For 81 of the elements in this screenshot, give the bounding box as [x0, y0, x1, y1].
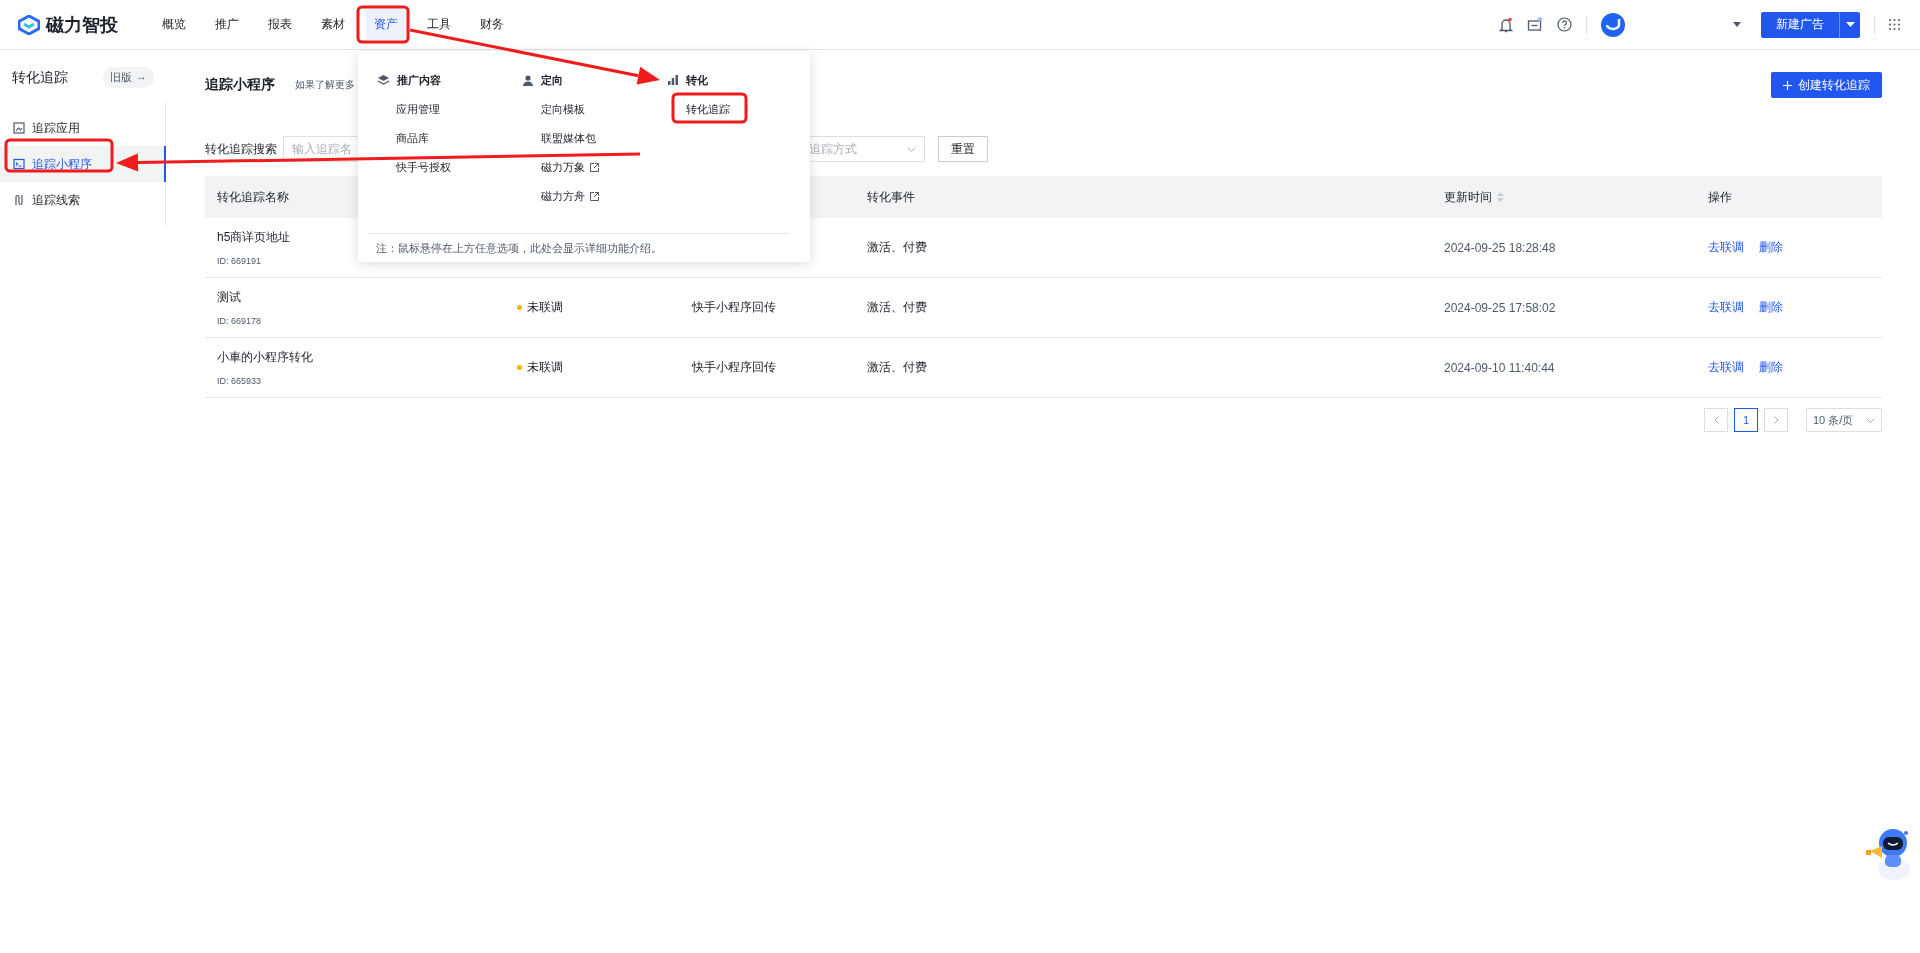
- nav-tab[interactable]: 素材: [313, 9, 353, 40]
- table-cell: 2024-09-25 18:28:48: [1444, 240, 1556, 255]
- column-header: 转化追踪名称: [217, 188, 289, 206]
- menu-item[interactable]: 快手号授权: [396, 158, 451, 176]
- action-link[interactable]: 去联调: [1708, 359, 1744, 376]
- app-icon: [13, 122, 25, 134]
- menu-item[interactable]: 应用管理: [396, 100, 440, 118]
- nav-tab[interactable]: 推广: [207, 9, 247, 40]
- notification-bell-icon[interactable]: [1499, 16, 1513, 33]
- sidebar-item[interactable]: 追踪应用: [0, 110, 165, 146]
- tracking-id: ID: 669191: [217, 256, 262, 266]
- person-icon: [523, 74, 533, 86]
- nav-tab[interactable]: 工具: [419, 9, 459, 40]
- menu-group-title: 定向: [541, 72, 563, 88]
- action-link[interactable]: 删除: [1759, 299, 1783, 316]
- action-link[interactable]: 去联调: [1708, 299, 1744, 316]
- table-cell: 激活、付费: [867, 239, 927, 256]
- tracking-name: 测试: [217, 289, 241, 306]
- nav-tab[interactable]: 报表: [260, 9, 300, 40]
- caret-icon[interactable]: [1845, 22, 1855, 27]
- chevron-down-icon: [1866, 417, 1875, 423]
- page-subtitle: 如果了解更多: [295, 78, 355, 92]
- reset-button[interactable]: 重置: [938, 136, 988, 162]
- page-button[interactable]: 1: [1734, 408, 1758, 432]
- old-version-link[interactable]: 旧版 →: [103, 67, 154, 88]
- table-cell: 快手小程序回传: [692, 359, 776, 376]
- action-link[interactable]: 删除: [1759, 359, 1783, 376]
- menu-item[interactable]: 联盟媒体包: [541, 129, 596, 147]
- avatar-icon[interactable]: [1601, 12, 1625, 37]
- app-grid-icon[interactable]: [1889, 19, 1900, 30]
- new-ad-button[interactable]: 新建广告: [1761, 11, 1860, 38]
- create-tracking-button[interactable]: 创建转化追踪: [1771, 72, 1882, 98]
- table-cell: 2024-09-10 11:40:44: [1444, 360, 1555, 375]
- page-size-select[interactable]: 10 条/页: [1806, 408, 1882, 432]
- column-header: 操作: [1708, 188, 1732, 206]
- tracking-id: ID: 669178: [217, 316, 262, 326]
- status-dot: [517, 305, 522, 310]
- plus-icon: [1783, 80, 1792, 90]
- caret-icon[interactable]: [1733, 22, 1741, 27]
- highlight-frame: [356, 5, 410, 44]
- column-header: 转化事件: [867, 188, 915, 206]
- column-header[interactable]: 更新时间: [1444, 188, 1504, 206]
- lead-icon: [13, 194, 25, 206]
- action-link[interactable]: 去联调: [1708, 239, 1744, 256]
- table-cell: 2024-09-25 17:58:02: [1444, 300, 1556, 315]
- message-icon[interactable]: [1527, 16, 1543, 33]
- status-dot: [517, 365, 522, 370]
- external-link-icon: [590, 162, 599, 172]
- status-text: 未联调: [527, 359, 563, 376]
- chevron-right-icon: [1773, 416, 1779, 424]
- menu-group-title: 推广内容: [397, 72, 441, 88]
- miniapp-icon: [13, 158, 25, 170]
- help-icon[interactable]: [1557, 17, 1572, 32]
- chevron-left-icon: [1713, 416, 1719, 424]
- tracking-name: 小車的小程序转化: [217, 349, 313, 366]
- external-link-icon: [590, 191, 599, 201]
- menu-item[interactable]: 磁力方舟: [541, 187, 599, 205]
- filter-label: 转化追踪搜索: [205, 140, 278, 158]
- logo-icon: [18, 14, 40, 35]
- bar-chart-icon: [668, 75, 678, 85]
- table-cell: 快手小程序回传: [692, 299, 776, 316]
- menu-group-title: 转化: [686, 72, 708, 88]
- menu-item[interactable]: 商品库: [396, 129, 429, 147]
- page-title: 追踪小程序: [205, 76, 275, 94]
- menu-note: 注：鼠标悬停在上方任意选项，此处会显示详细功能介绍。: [376, 242, 662, 254]
- menu-item[interactable]: 转化追踪: [686, 100, 730, 118]
- action-link[interactable]: 删除: [1759, 239, 1783, 256]
- nav-tab[interactable]: 财务: [472, 9, 512, 40]
- table-cell: 激活、付费: [867, 359, 927, 376]
- layers-icon: [378, 75, 389, 85]
- nav-tab[interactable]: 概览: [154, 9, 194, 40]
- sidebar-item[interactable]: 追踪线索: [0, 182, 165, 218]
- menu-item[interactable]: 磁力万象: [541, 158, 599, 176]
- menu-item[interactable]: 定向模板: [541, 100, 585, 118]
- tracking-name: h5商详页地址: [217, 229, 291, 246]
- logo-text: 磁力智投: [46, 13, 118, 37]
- status-text: 未联调: [527, 299, 563, 316]
- table-cell: 激活、付费: [867, 299, 927, 316]
- tracking-id: ID: 665933: [217, 376, 262, 386]
- chevron-down-icon: [907, 146, 916, 152]
- sidebar-title: 转化追踪: [12, 68, 68, 87]
